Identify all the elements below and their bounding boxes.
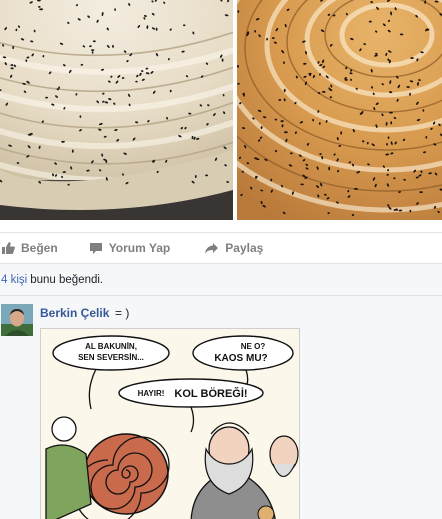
likes-summary: 4 kişi bunu beğendi. bbox=[0, 264, 442, 296]
post-photos bbox=[0, 0, 442, 220]
bubble-1-line1: AL BAKUNİN, bbox=[85, 342, 137, 351]
like-button[interactable]: Beğen bbox=[1, 241, 58, 255]
comment-text: = ) bbox=[115, 306, 130, 320]
comment-cartoon-image[interactable]: AL BAKUNİN, SEN SEVERSİN... NE O? KAOS M… bbox=[40, 328, 300, 519]
likes-count-link[interactable]: 4 kişi bbox=[1, 274, 27, 286]
bubble-2-line2: KAOS MU? bbox=[214, 353, 267, 364]
share-button[interactable]: Paylaş bbox=[204, 241, 263, 255]
comment-section: Berkin Çelik = ) AL BAKUNİN, SEN SEVERSİ… bbox=[0, 296, 442, 519]
share-label: Paylaş bbox=[225, 241, 264, 255]
rolled-borek-photo-left[interactable] bbox=[0, 0, 233, 220]
bubble-3-prefix: HAYIR! bbox=[138, 389, 165, 398]
avatar[interactable] bbox=[1, 304, 33, 336]
like-label: Beğen bbox=[21, 241, 58, 255]
likes-text: bunu beğendi. bbox=[30, 273, 104, 286]
bubble-3-bold: KOL BÖREĞİ! bbox=[174, 387, 247, 400]
share-arrow-icon bbox=[205, 242, 219, 254]
post-action-bar: Beğen Yorum Yap Paylaş bbox=[0, 232, 442, 264]
comment-icon bbox=[89, 242, 102, 254]
bubble-2-line1: NE O? bbox=[241, 342, 266, 351]
comment-label: Yorum Yap bbox=[108, 241, 171, 255]
rolled-borek-photo-right[interactable] bbox=[237, 0, 442, 220]
comment-button[interactable]: Yorum Yap bbox=[89, 241, 171, 255]
thumbs-up-icon bbox=[2, 242, 15, 254]
bubble-1-line2: SEN SEVERSİN... bbox=[78, 353, 144, 362]
comment-author[interactable]: Berkin Çelik bbox=[40, 306, 109, 320]
